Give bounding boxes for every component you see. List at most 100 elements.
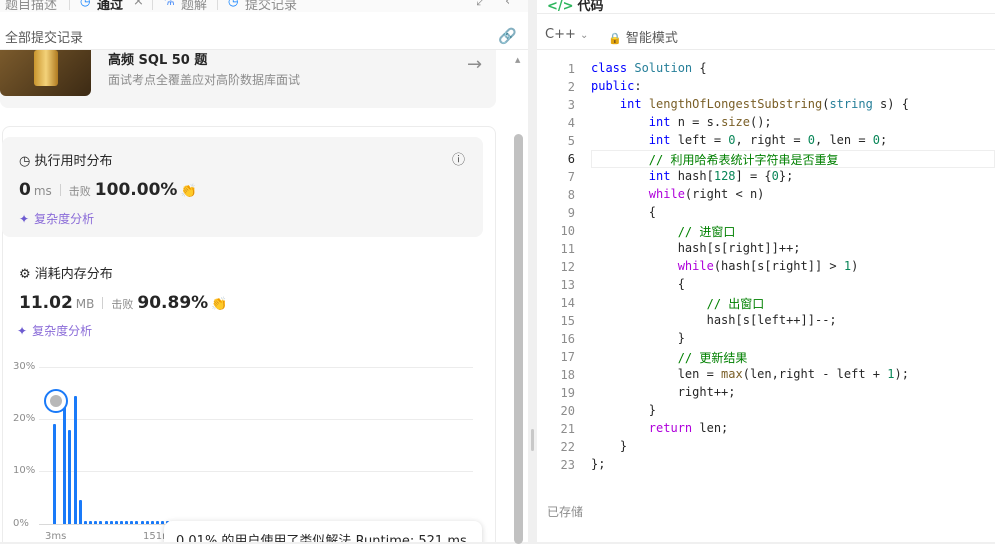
beat-label: 击败 xyxy=(68,185,91,198)
code-line[interactable]: // 利用哈希表统计字符串是否重复 xyxy=(591,151,839,168)
chart-bar[interactable] xyxy=(156,520,159,524)
code-line[interactable]: class Solution { xyxy=(591,61,707,75)
chart-bar[interactable] xyxy=(161,520,165,524)
history-icon: ◷ xyxy=(228,0,239,8)
chevron-down-icon: ⌄ xyxy=(580,30,589,41)
line-number: 12 xyxy=(560,260,575,274)
complexity-analysis-link[interactable]: ✦ 复杂度分析 xyxy=(17,322,92,339)
lock-icon: 🔒 xyxy=(608,32,622,45)
line-number: 13 xyxy=(560,278,575,292)
tab-description[interactable]: 题目描述 xyxy=(5,0,57,12)
distribution-chart[interactable]: 30% 20% 10% 0% 3ms 151ms 299ms 447ms 0.0… xyxy=(0,355,496,542)
code-line[interactable]: { xyxy=(591,277,685,291)
runtime-header: ◷ 执行用时分布 xyxy=(19,154,113,169)
runtime-card[interactable]: ◷ 执行用时分布 ⓘ 0 ms 击败 100.00% 👏 ✦ 复杂度分析 xyxy=(2,137,483,237)
chart-bar[interactable] xyxy=(78,500,82,524)
code-line[interactable]: int n = s.size(); xyxy=(591,115,772,129)
line-number: 23 xyxy=(560,458,575,472)
language-select[interactable]: C++ ⌄ xyxy=(545,27,588,42)
code-line[interactable]: while(right < n) xyxy=(591,187,765,201)
grid-line xyxy=(39,367,473,368)
splitter-grip[interactable] xyxy=(531,429,534,451)
scroll-up-icon[interactable]: ▲ xyxy=(515,56,520,64)
chart-bar[interactable] xyxy=(140,520,144,524)
chart-tooltip: 0.01% 的用户使用了类似解法 Runtime: 521 ms xyxy=(164,521,482,542)
chart-bar[interactable] xyxy=(73,395,77,524)
code-line[interactable]: { xyxy=(591,205,656,219)
line-number: 11 xyxy=(560,242,575,256)
chart-bar[interactable] xyxy=(114,520,118,524)
all-submissions-link[interactable]: 全部提交记录 xyxy=(5,27,83,46)
banner-title: 高频 SQL 50 题 xyxy=(108,53,208,68)
memory-header: ⚙ 消耗内存分布 xyxy=(19,267,113,282)
line-number: 6 xyxy=(567,152,575,166)
code-line[interactable]: int lengthOfLongestSubstring(string s) { xyxy=(591,97,909,111)
code-line[interactable]: int left = 0, right = 0, len = 0; xyxy=(591,133,887,147)
code-line[interactable]: return len; xyxy=(591,421,728,435)
chart-bar[interactable] xyxy=(104,520,108,524)
chart-bar[interactable] xyxy=(68,429,72,524)
tab-accepted[interactable]: 通过 xyxy=(97,0,123,12)
arrow-right-icon[interactable]: → xyxy=(467,54,482,75)
info-icon[interactable]: ⓘ xyxy=(452,149,465,168)
submission-subbar: 全部提交记录 🔗 xyxy=(0,22,528,50)
line-number: 14 xyxy=(560,296,575,310)
sparkle-icon: ✦ xyxy=(19,212,30,226)
code-line[interactable]: // 更新结果 xyxy=(591,349,748,366)
chart-bar[interactable] xyxy=(63,403,67,524)
chart-bar[interactable] xyxy=(99,520,103,524)
complexity-analysis-link[interactable]: ✦ 复杂度分析 xyxy=(19,210,94,227)
chart-bar[interactable] xyxy=(119,520,123,524)
tab-solutions[interactable]: 题解 xyxy=(181,0,207,12)
chart-bar[interactable] xyxy=(89,520,93,524)
sql-50-banner[interactable]: 高频 SQL 50 题 面试考点全覆盖应对高阶数据库面试 → xyxy=(0,50,496,108)
code-line[interactable]: }; xyxy=(591,457,605,471)
memory-percent: 90.89% xyxy=(137,293,209,313)
submission-detail-scroll[interactable]: 高频 SQL 50 题 面试考点全覆盖应对高阶数据库面试 → ◷ 执行用时分布 … xyxy=(0,50,512,542)
code-icon: </> xyxy=(547,0,574,14)
code-line[interactable]: right++; xyxy=(591,385,736,399)
chart-bar[interactable] xyxy=(145,520,149,524)
line-number: 20 xyxy=(560,404,575,418)
smart-mode-toggle[interactable]: 🔒 智能模式 xyxy=(608,27,678,46)
chart-bar[interactable] xyxy=(53,423,56,524)
code-line[interactable]: len = max(len,right - left + 1); xyxy=(591,367,909,381)
link-icon[interactable]: 🔗 xyxy=(498,27,517,45)
user-avatar-marker[interactable] xyxy=(44,389,68,413)
code-line[interactable]: int hash[128] = {0}; xyxy=(591,169,794,183)
close-tab-icon[interactable]: × xyxy=(133,0,144,9)
line-number: 19 xyxy=(560,386,575,400)
scrollbar[interactable]: ▲ xyxy=(514,56,523,544)
chart-bar[interactable] xyxy=(94,520,98,524)
chart-bar[interactable] xyxy=(130,520,134,524)
chip-icon: ⚙ xyxy=(19,267,35,282)
chart-bar[interactable] xyxy=(135,520,139,524)
chart-bar[interactable] xyxy=(109,520,113,524)
code-line[interactable]: } xyxy=(591,439,627,453)
chart-bar[interactable] xyxy=(83,520,87,524)
collapse-icon[interactable]: ‹ xyxy=(505,0,510,9)
panel-splitter[interactable] xyxy=(528,0,537,542)
line-number: 5 xyxy=(567,134,575,148)
line-number: 15 xyxy=(560,314,575,328)
code-line[interactable]: // 出窗口 xyxy=(591,295,765,312)
scrollbar-thumb[interactable] xyxy=(514,134,523,544)
memory-value: 11.02 xyxy=(19,293,73,313)
runtime-value: 0 xyxy=(19,180,31,200)
code-line[interactable]: } xyxy=(591,331,685,345)
chart-bar[interactable] xyxy=(150,520,154,524)
tab-divider xyxy=(217,0,218,10)
code-panel: </> 代码 C++ ⌄ 🔒 智能模式 1 class Solution {2 pub… xyxy=(537,0,995,542)
code-line[interactable]: hash[s[right]]++; xyxy=(591,241,801,255)
line-number: 16 xyxy=(560,332,575,346)
tab-submissions[interactable]: 提交记录 xyxy=(245,0,297,12)
expand-icon[interactable]: ⤢ xyxy=(476,0,486,9)
code-line[interactable]: hash[s[left++]]--; xyxy=(591,313,837,327)
save-status: 已存储 xyxy=(547,505,584,519)
code-line[interactable]: while(hash[s[right]] > 1) xyxy=(591,259,859,273)
code-line[interactable]: } xyxy=(591,403,656,417)
chart-bar[interactable] xyxy=(125,520,129,524)
code-line[interactable]: public: xyxy=(591,79,642,93)
sparkle-icon: ✦ xyxy=(17,324,28,338)
code-line[interactable]: // 进窗口 xyxy=(591,223,736,240)
